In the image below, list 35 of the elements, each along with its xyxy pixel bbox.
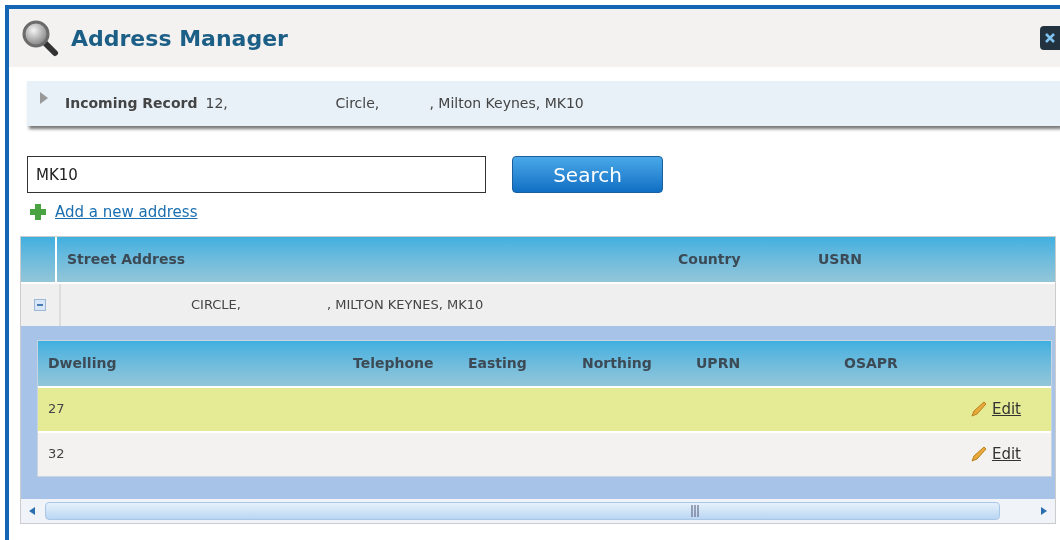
scrollbar-thumb[interactable] <box>45 501 1000 520</box>
close-button[interactable] <box>1040 26 1060 50</box>
plus-icon <box>29 203 47 222</box>
incoming-record-bar[interactable]: Incoming Record 12, Circle, , Milton Keynes, MK10 <box>27 81 1060 126</box>
edit-link[interactable]: Edit <box>991 442 1021 466</box>
window-title: Address Manager <box>71 24 288 53</box>
search-button[interactable]: Search <box>512 156 663 193</box>
dwelling-cell-text: 32 <box>47 445 65 464</box>
dwelling-cell-text: 27 <box>47 400 65 419</box>
search-field[interactable]: MK10 <box>27 156 486 193</box>
horizontal-scrollbar[interactable] <box>21 498 1055 523</box>
street-address-cell-text: CIRCLE, <box>191 295 242 314</box>
collapse-icon[interactable] <box>34 298 46 311</box>
column-header: Easting <box>467 353 528 373</box>
column-header: Northing <box>581 353 653 373</box>
column-header: OSAPR <box>843 353 899 373</box>
incoming-record-label: Incoming Record <box>65 94 198 113</box>
column-header: USRN <box>817 249 863 269</box>
grip-icon <box>691 504 699 517</box>
add-address-link[interactable]: Add a new address <box>55 201 198 224</box>
column-header: UPRN <box>695 353 742 373</box>
dwelling-row[interactable]: 27 Edit <box>38 385 1051 431</box>
record-street: Circle, <box>335 94 381 113</box>
column-header: Street Address <box>66 249 187 269</box>
column-header: Telephone <box>352 353 435 373</box>
close-icon <box>1045 33 1055 43</box>
pencil-icon <box>969 400 988 418</box>
street-address-cell-text: , MILTON KEYNES, MK10 <box>327 295 484 314</box>
record-town: , Milton Keynes, MK10 <box>429 94 584 113</box>
record-number: 12, <box>205 94 229 113</box>
column-header: Dwelling <box>47 353 118 373</box>
edit-link[interactable]: Edit <box>991 397 1021 421</box>
search-icon <box>21 19 59 57</box>
pencil-icon <box>969 445 988 463</box>
column-header: Country <box>677 249 742 269</box>
